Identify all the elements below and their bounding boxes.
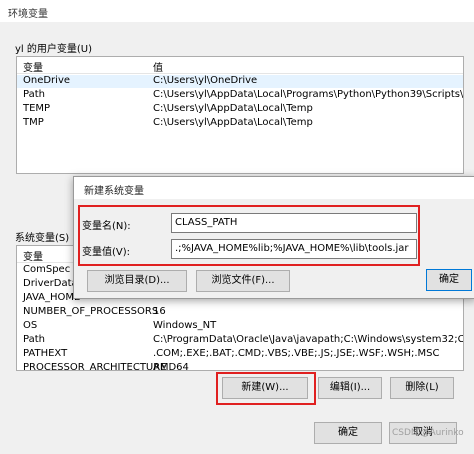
- var-value: C:\ProgramData\Oracle\Java\javapath;C:\W…: [153, 334, 464, 345]
- var-name: PROCESSOR_ARCHITECTURE: [23, 362, 167, 371]
- col-variable[interactable]: 变量: [23, 59, 43, 74]
- var-value: C:\Users\yl\OneDrive: [153, 75, 258, 86]
- new-system-variable-dialog: 新建系统变量 变量名(N): CLASS_PATH 变量值(V): .;%JAV…: [73, 176, 474, 299]
- col-variable[interactable]: 变量: [23, 248, 43, 263]
- var-name: PATHEXT: [23, 348, 68, 359]
- list-item[interactable]: OneDrive C:\Users\yl\OneDrive: [17, 75, 463, 88]
- var-name: DriverData: [23, 278, 78, 289]
- list-item[interactable]: PATHEXT .COM;.EXE;.BAT;.CMD;.VBS;.VBE;.J…: [17, 348, 463, 361]
- var-name: Path: [23, 334, 45, 345]
- var-value: Windows_NT: [153, 320, 217, 331]
- ok-button[interactable]: 确定: [314, 422, 382, 444]
- var-name: OS: [23, 320, 38, 331]
- list-item[interactable]: OS Windows_NT: [17, 320, 463, 333]
- dialog-title-bar: 新建系统变量: [74, 177, 474, 199]
- var-value: C:\Users\yl\AppData\Local\Temp: [153, 117, 313, 128]
- var-name: TMP: [23, 117, 44, 128]
- col-value[interactable]: 值: [153, 59, 163, 74]
- list-item[interactable]: TEMP C:\Users\yl\AppData\Local\Temp: [17, 103, 463, 116]
- var-name: Path: [23, 89, 45, 100]
- list-item[interactable]: TMP C:\Users\yl\AppData\Local\Temp: [17, 117, 463, 130]
- var-name: JAVA_HOME: [23, 292, 81, 303]
- list-item[interactable]: PROCESSOR_ARCHITECTURE AMD64: [17, 362, 463, 371]
- dialog-title: 新建系统变量: [84, 186, 144, 197]
- var-value: AMD64: [153, 362, 189, 371]
- user-vars-header: 变量 值: [17, 57, 463, 74]
- highlight-box: [216, 372, 316, 405]
- list-item[interactable]: Path C:\ProgramData\Oracle\Java\javapath…: [17, 334, 463, 347]
- list-item[interactable]: NUMBER_OF_PROCESSORS 16: [17, 306, 463, 319]
- var-name: TEMP: [23, 103, 51, 114]
- window-title-bar: 环境变量: [0, 0, 474, 22]
- var-name: NUMBER_OF_PROCESSORS: [23, 306, 159, 317]
- system-vars-label: 系统变量(S): [15, 233, 70, 244]
- window-title: 环境变量: [8, 9, 48, 20]
- var-value: 16: [153, 306, 166, 317]
- edit-system-var-button[interactable]: 编辑(I)...: [318, 377, 382, 399]
- highlight-box: [78, 205, 420, 266]
- dialog-ok-button[interactable]: 确定: [426, 269, 472, 291]
- watermark: CSDN @Aurinko: [392, 428, 464, 438]
- var-name: OneDrive: [23, 75, 71, 86]
- var-value: C:\Users\yl\AppData\Local\Programs\Pytho…: [153, 89, 464, 100]
- browse-file-button[interactable]: 浏览文件(F)...: [196, 270, 290, 292]
- var-value: .COM;.EXE;.BAT;.CMD;.VBS;.VBE;.JS;.JSE;.…: [153, 348, 440, 359]
- list-item[interactable]: Path C:\Users\yl\AppData\Local\Programs\…: [17, 89, 463, 102]
- browse-directory-button[interactable]: 浏览目录(D)...: [87, 270, 187, 292]
- var-value: C:\Users\yl\AppData\Local\Temp: [153, 103, 313, 114]
- delete-system-var-button[interactable]: 删除(L): [390, 377, 454, 399]
- var-name: ComSpec: [23, 264, 71, 275]
- user-vars-label: yl 的用户变量(U): [15, 44, 92, 55]
- user-vars-list[interactable]: 变量 值 OneDrive C:\Users\yl\OneDrive Path …: [16, 56, 464, 174]
